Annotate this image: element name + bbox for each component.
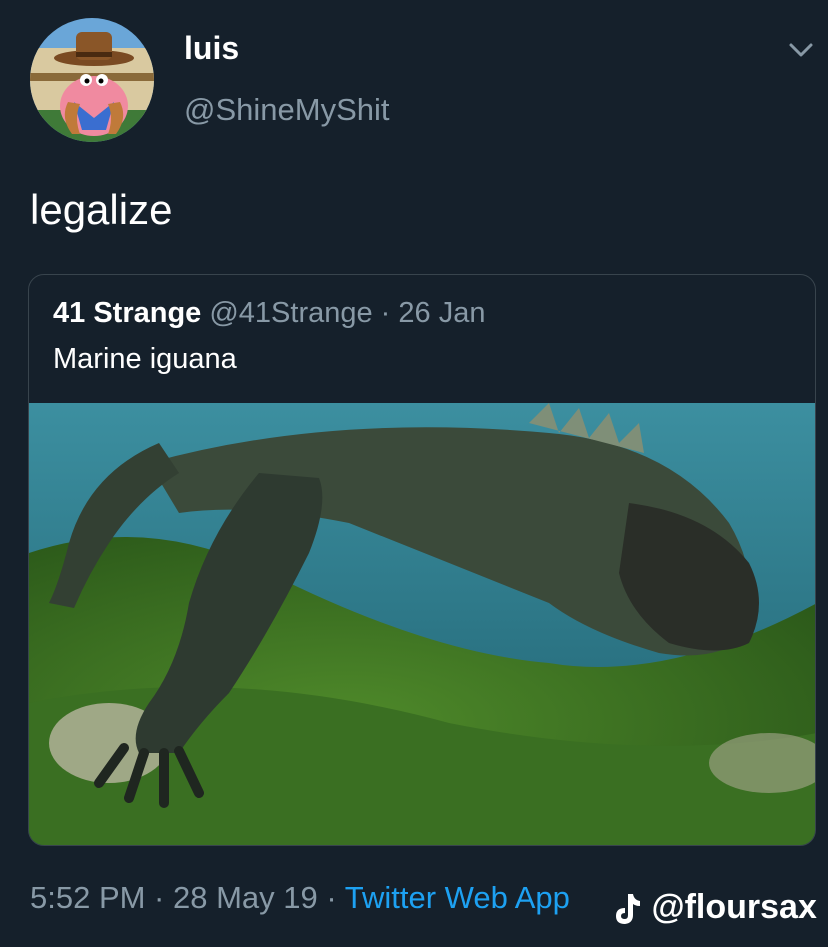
tweet-text: legalize [30, 186, 173, 233]
tiktok-icon [612, 892, 642, 926]
chevron-down-icon[interactable] [788, 40, 814, 60]
tweet-timestamp[interactable]: 5:52 PM · 28 May 19 · [30, 880, 345, 915]
tweet-source-link[interactable]: Twitter Web App [345, 880, 570, 915]
display-name[interactable]: luis [184, 30, 239, 67]
quoted-tweet-card[interactable]: 41 Strange @41Strange · 26 Jan Marine ig… [28, 274, 816, 846]
avatar[interactable] [30, 18, 154, 142]
quoted-tweet-image[interactable] [29, 403, 815, 845]
quoted-display-name: 41 Strange [53, 297, 202, 329]
tweet-footer: 5:52 PM · 28 May 19 · Twitter Web App [30, 880, 570, 916]
quoted-tweet-header: 41 Strange @41Strange · 26 Jan [53, 297, 485, 330]
user-handle[interactable]: @ShineMyShit [184, 92, 390, 128]
watermark-handle: @floursax [651, 888, 817, 926]
quoted-handle-date: @41Strange · 26 Jan [201, 297, 486, 329]
tiktok-watermark: @floursax [612, 888, 817, 927]
quoted-tweet-text: Marine iguana [53, 343, 237, 375]
